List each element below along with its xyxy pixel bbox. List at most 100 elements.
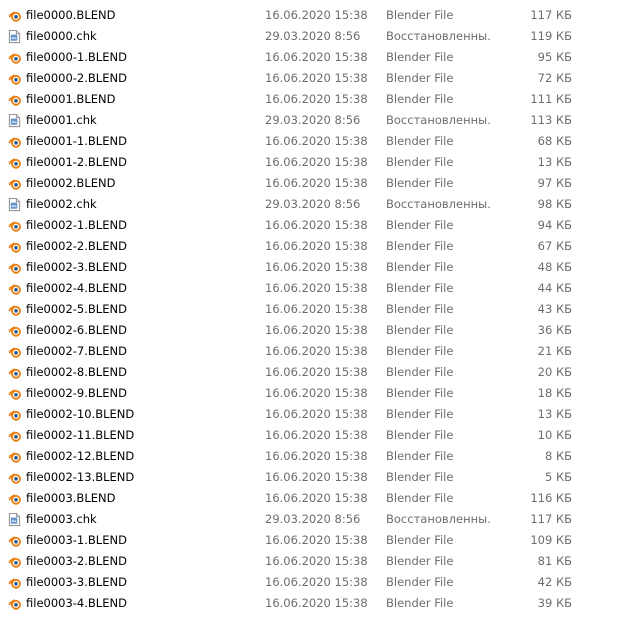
file-type: Blender File [386,491,454,505]
file-row[interactable]: file0001-1.BLEND 16.06.2020 15:38 Blender … [0,131,631,152]
file-name: file0002-8.BLEND [26,365,127,379]
file-row[interactable]: file0001-2.BLEND 16.06.2020 15:38 Blender … [0,152,631,173]
file-type: Blender File [386,50,454,64]
file-date-modified: 16.06.2020 15:38 [265,596,368,610]
file-type: Blender File [386,344,454,358]
file-row[interactable]: file0002-12.BLEND 16.06.2020 15:38 Blender… [0,446,631,467]
file-size: 5 КБ [544,470,572,484]
file-name: file0002.BLEND [26,176,116,190]
file-date-modified: 16.06.2020 15:38 [265,365,368,379]
file-date-modified: 16.06.2020 15:38 [265,554,368,568]
file-type: Blender File [386,8,454,22]
file-row[interactable]: file0003.BLEND 16.06.2020 15:38 Blender Fi… [0,488,631,509]
file-row[interactable]: file0002-11.BLEND 16.06.2020 15:38 Blender… [0,425,631,446]
file-size: 81 КБ [537,554,572,568]
file-type: Blender File [386,155,454,169]
file-date-modified: 16.06.2020 15:38 [265,176,368,190]
file-row[interactable]: file0002-10.BLEND 16.06.2020 15:38 Blender… [0,404,631,425]
file-row[interactable]: file0003-2.BLEND 16.06.2020 15:38 Blender … [0,551,631,572]
file-name: file0002-6.BLEND [26,323,127,337]
file-row[interactable]: file0001.chk 29.03.2020 8:56 Восстановленн… [0,110,631,131]
file-name: file0002-7.BLEND [26,344,127,358]
file-date-modified: 16.06.2020 15:38 [265,8,368,22]
file-name: file0001.chk [26,113,97,127]
file-size: 13 КБ [537,407,572,421]
file-size: 119 КБ [530,29,572,43]
file-name: file0002-2.BLEND [26,239,127,253]
file-row[interactable]: file0003.chk 29.03.2020 8:56 Восстановленн… [0,509,631,530]
file-row[interactable]: file0000-2.BLEND 16.06.2020 15:38 Blender … [0,68,631,89]
blender-icon [7,491,22,506]
file-size: 68 КБ [537,134,572,148]
file-size: 10 КБ [537,428,572,442]
file-size: 44 КБ [537,281,572,295]
blender-icon [7,155,22,170]
blender-icon [7,281,22,296]
file-type: Blender File [386,260,454,274]
file-size: 98 КБ [537,197,572,211]
file-row[interactable]: file0002-13.BLEND 16.06.2020 15:38 Blender… [0,467,631,488]
file-row[interactable]: file0002-3.BLEND 16.06.2020 15:38 Blender … [0,257,631,278]
file-type: Blender File [386,176,454,190]
blender-icon [7,386,22,401]
file-row[interactable]: file0000.chk 29.03.2020 8:56 Восстановленн… [0,26,631,47]
file-row[interactable]: file0002-9.BLEND 16.06.2020 15:38 Blender … [0,383,631,404]
file-name: file0002-13.BLEND [26,470,135,484]
file-name: file0000.BLEND [26,8,116,22]
file-date-modified: 16.06.2020 15:38 [265,302,368,316]
file-size: 13 КБ [537,155,572,169]
file-row[interactable]: file0002-6.BLEND 16.06.2020 15:38 Blender … [0,320,631,341]
file-row[interactable]: file0002-4.BLEND 16.06.2020 15:38 Blender … [0,278,631,299]
file-date-modified: 16.06.2020 15:38 [265,470,368,484]
blender-icon [7,176,22,191]
blender-icon [7,596,22,611]
file-date-modified: 29.03.2020 8:56 [265,197,361,211]
file-name: file0002-11.BLEND [26,428,135,442]
file-row[interactable]: file0002-1.BLEND 16.06.2020 15:38 Blender … [0,215,631,236]
file-size: 48 КБ [537,260,572,274]
blender-icon [7,575,22,590]
file-size: 18 КБ [537,386,572,400]
file-row[interactable]: file0002.BLEND 16.06.2020 15:38 Blender Fi… [0,173,631,194]
blender-icon [7,302,22,317]
file-row[interactable]: file0002-2.BLEND 16.06.2020 15:38 Blender … [0,236,631,257]
file-date-modified: 16.06.2020 15:38 [265,386,368,400]
file-size: 36 КБ [537,323,572,337]
file-date-modified: 16.06.2020 15:38 [265,323,368,337]
file-row[interactable]: file0003-3.BLEND 16.06.2020 15:38 Blender … [0,572,631,593]
file-row[interactable]: file0000-1.BLEND 16.06.2020 15:38 Blender … [0,47,631,68]
file-row[interactable]: file0001.BLEND 16.06.2020 15:38 Blender Fi… [0,89,631,110]
file-name: file0000.chk [26,29,97,43]
file-name: file0002.chk [26,197,97,211]
file-row[interactable]: file0002.chk 29.03.2020 8:56 Восстановленн… [0,194,631,215]
file-row[interactable]: file0002-7.BLEND 16.06.2020 15:38 Blender … [0,341,631,362]
file-date-modified: 16.06.2020 15:38 [265,50,368,64]
file-row[interactable]: file0000.BLEND 16.06.2020 15:38 Blender Fi… [0,5,631,26]
file-size: 42 КБ [537,575,572,589]
chk-file-icon [7,512,22,527]
blender-icon [7,92,22,107]
file-row[interactable]: file0002-5.BLEND 16.06.2020 15:38 Blender … [0,299,631,320]
file-name: file0003-2.BLEND [26,554,127,568]
file-type: Восстановленны... [386,512,490,526]
file-date-modified: 16.06.2020 15:38 [265,134,368,148]
blender-icon [7,71,22,86]
file-name: file0002-12.BLEND [26,449,135,463]
file-type: Blender File [386,281,454,295]
file-row[interactable]: file0002-8.BLEND 16.06.2020 15:38 Blender … [0,362,631,383]
file-type: Blender File [386,365,454,379]
file-date-modified: 29.03.2020 8:56 [265,29,361,43]
chk-file-icon [7,197,22,212]
file-row[interactable]: file0003-1.BLEND 16.06.2020 15:38 Blender … [0,530,631,551]
file-row[interactable]: file0003-4.BLEND 16.06.2020 15:38 Blender … [0,593,631,614]
file-name: file0000-1.BLEND [26,50,127,64]
file-date-modified: 16.06.2020 15:38 [265,449,368,463]
file-size: 113 КБ [530,113,572,127]
file-name: file0002-1.BLEND [26,218,127,232]
file-date-modified: 16.06.2020 15:38 [265,428,368,442]
file-type: Blender File [386,428,454,442]
blender-icon [7,428,22,443]
blender-icon [7,365,22,380]
file-size: 43 КБ [537,302,572,316]
blender-icon [7,50,22,65]
